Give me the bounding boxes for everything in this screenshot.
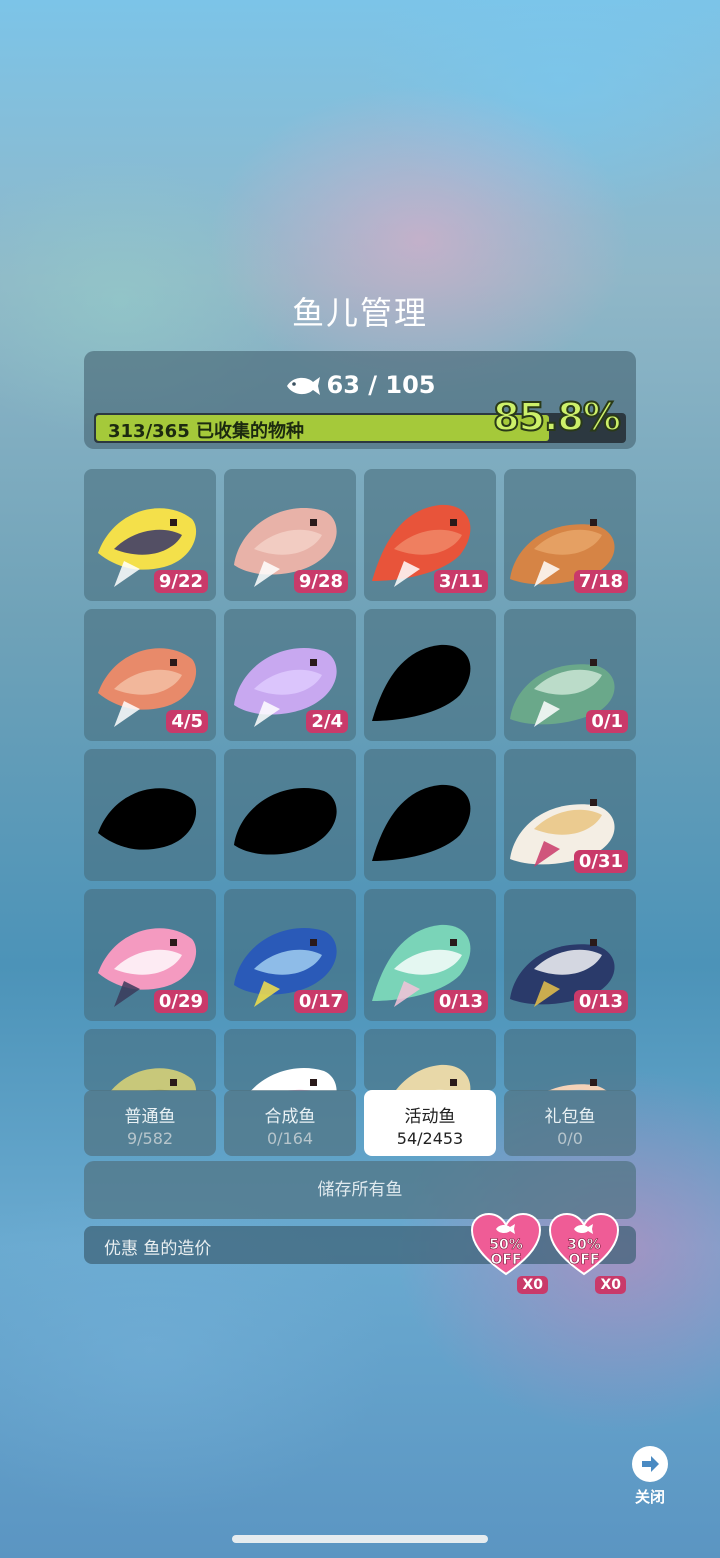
tab-count: 54/2453: [396, 1129, 464, 1148]
fish-count-badge: 0/1: [586, 710, 628, 733]
progress-text: 313/365 已收集的物种: [108, 421, 304, 442]
tab-count: 0/0: [557, 1129, 583, 1148]
fish-card[interactable]: 4/5: [84, 609, 216, 741]
tab-label: 合成鱼: [264, 1107, 316, 1127]
fish-card[interactable]: [84, 1029, 216, 1091]
arrow-right-icon: [632, 1446, 668, 1482]
fish-count: 63 / 105: [326, 371, 436, 399]
fish-count-badge: 0/17: [293, 990, 348, 1013]
fish-count-badge: 9/28: [293, 570, 348, 593]
store-all-fish-button[interactable]: 储存所有鱼: [84, 1161, 636, 1219]
page-title: 鱼儿管理: [291, 294, 428, 332]
discount-label: 优惠 鱼的造价: [104, 1239, 212, 1259]
category-tabs: 普通鱼 9/582 合成鱼 0/164 活动鱼 54/2453 礼包鱼 0/0: [84, 1090, 636, 1156]
coupon-30-off[interactable]: 30% OFF X0: [548, 1212, 626, 1294]
tab-label: 礼包鱼: [544, 1107, 596, 1127]
partial-bone-fish-icon: [395, 1064, 471, 1091]
coupon-percent-value: 50%: [489, 1237, 523, 1253]
progress-percent: 85.8%: [492, 394, 622, 440]
fish-card[interactable]: [84, 749, 216, 881]
fish-card[interactable]: [364, 749, 496, 881]
fish-card[interactable]: 9/28: [224, 469, 356, 601]
fish-count-badge: 0/13: [573, 990, 628, 1013]
tab-synthesized-fish[interactable]: 合成鱼 0/164: [224, 1090, 356, 1156]
fish-card[interactable]: [364, 1029, 496, 1091]
partial-cloud-fish-icon: [548, 1079, 607, 1091]
tab-event-fish[interactable]: 活动鱼 54/2453: [364, 1090, 496, 1156]
fish-card[interactable]: 0/29: [84, 889, 216, 1021]
fish-card[interactable]: [364, 609, 496, 741]
locked-silhouette-1-icon: [372, 644, 471, 721]
fish-card[interactable]: 9/22: [84, 469, 216, 601]
fish-count-badge: 7/18: [573, 570, 628, 593]
partial-green-fish-icon: [110, 1068, 196, 1091]
close-label: 关闭: [634, 1488, 665, 1506]
locked-silhouette-4-icon: [372, 784, 471, 861]
tab-gift-pack-fish[interactable]: 礼包鱼 0/0: [504, 1090, 636, 1156]
tab-label: 普通鱼: [124, 1107, 176, 1127]
fish-card[interactable]: 2/4: [224, 609, 356, 741]
fish-icon: [286, 377, 320, 395]
tab-normal-fish[interactable]: 普通鱼 9/582: [84, 1090, 216, 1156]
fish-count-badge: 3/11: [433, 570, 488, 593]
coupon-percent-value: 30%: [567, 1237, 601, 1253]
close-button[interactable]: 关闭: [628, 1446, 672, 1507]
fish-card[interactable]: 0/13: [504, 889, 636, 1021]
coupon-quantity: X0: [595, 1276, 626, 1294]
fish-card[interactable]: 7/18: [504, 469, 636, 601]
fish-count-badge: 2/4: [306, 710, 348, 733]
fish-card[interactable]: 0/1: [504, 609, 636, 741]
coupon-percent: 50% OFF: [470, 1237, 542, 1268]
coupon-quantity: X0: [517, 1276, 548, 1294]
coupon-off-label: OFF: [490, 1252, 522, 1268]
fish-count-badge: 4/5: [166, 710, 208, 733]
coupon-50-off[interactable]: 50% OFF X0: [470, 1212, 548, 1294]
locked-silhouette-2-icon: [98, 788, 197, 850]
fish-count-badge: 0/31: [573, 850, 628, 873]
fish-card[interactable]: 0/31: [504, 749, 636, 881]
coupon-off-label: OFF: [568, 1252, 600, 1268]
fish-count-badge: 0/13: [433, 990, 488, 1013]
coupon-percent: 30% OFF: [548, 1237, 620, 1268]
fish-card[interactable]: [224, 1029, 356, 1091]
fish-card[interactable]: 0/17: [224, 889, 356, 1021]
tab-count: 9/582: [126, 1129, 174, 1148]
fish-card[interactable]: [224, 749, 356, 881]
tab-count: 0/164: [266, 1129, 314, 1148]
locked-silhouette-3-icon: [234, 788, 337, 855]
fish-card[interactable]: 0/13: [364, 889, 496, 1021]
collection-summary: 63 / 105 313/365 已收集的物种 85.8%: [84, 351, 636, 449]
fish-count-badge: 9/22: [153, 570, 208, 593]
fish-card[interactable]: [504, 1029, 636, 1091]
partial-candle-fish-icon: [250, 1068, 337, 1091]
home-indicator: [232, 1535, 488, 1543]
fish-count-badge: 0/29: [153, 990, 208, 1013]
fish-card[interactable]: 3/11: [364, 469, 496, 601]
tab-label: 活动鱼: [404, 1107, 456, 1127]
